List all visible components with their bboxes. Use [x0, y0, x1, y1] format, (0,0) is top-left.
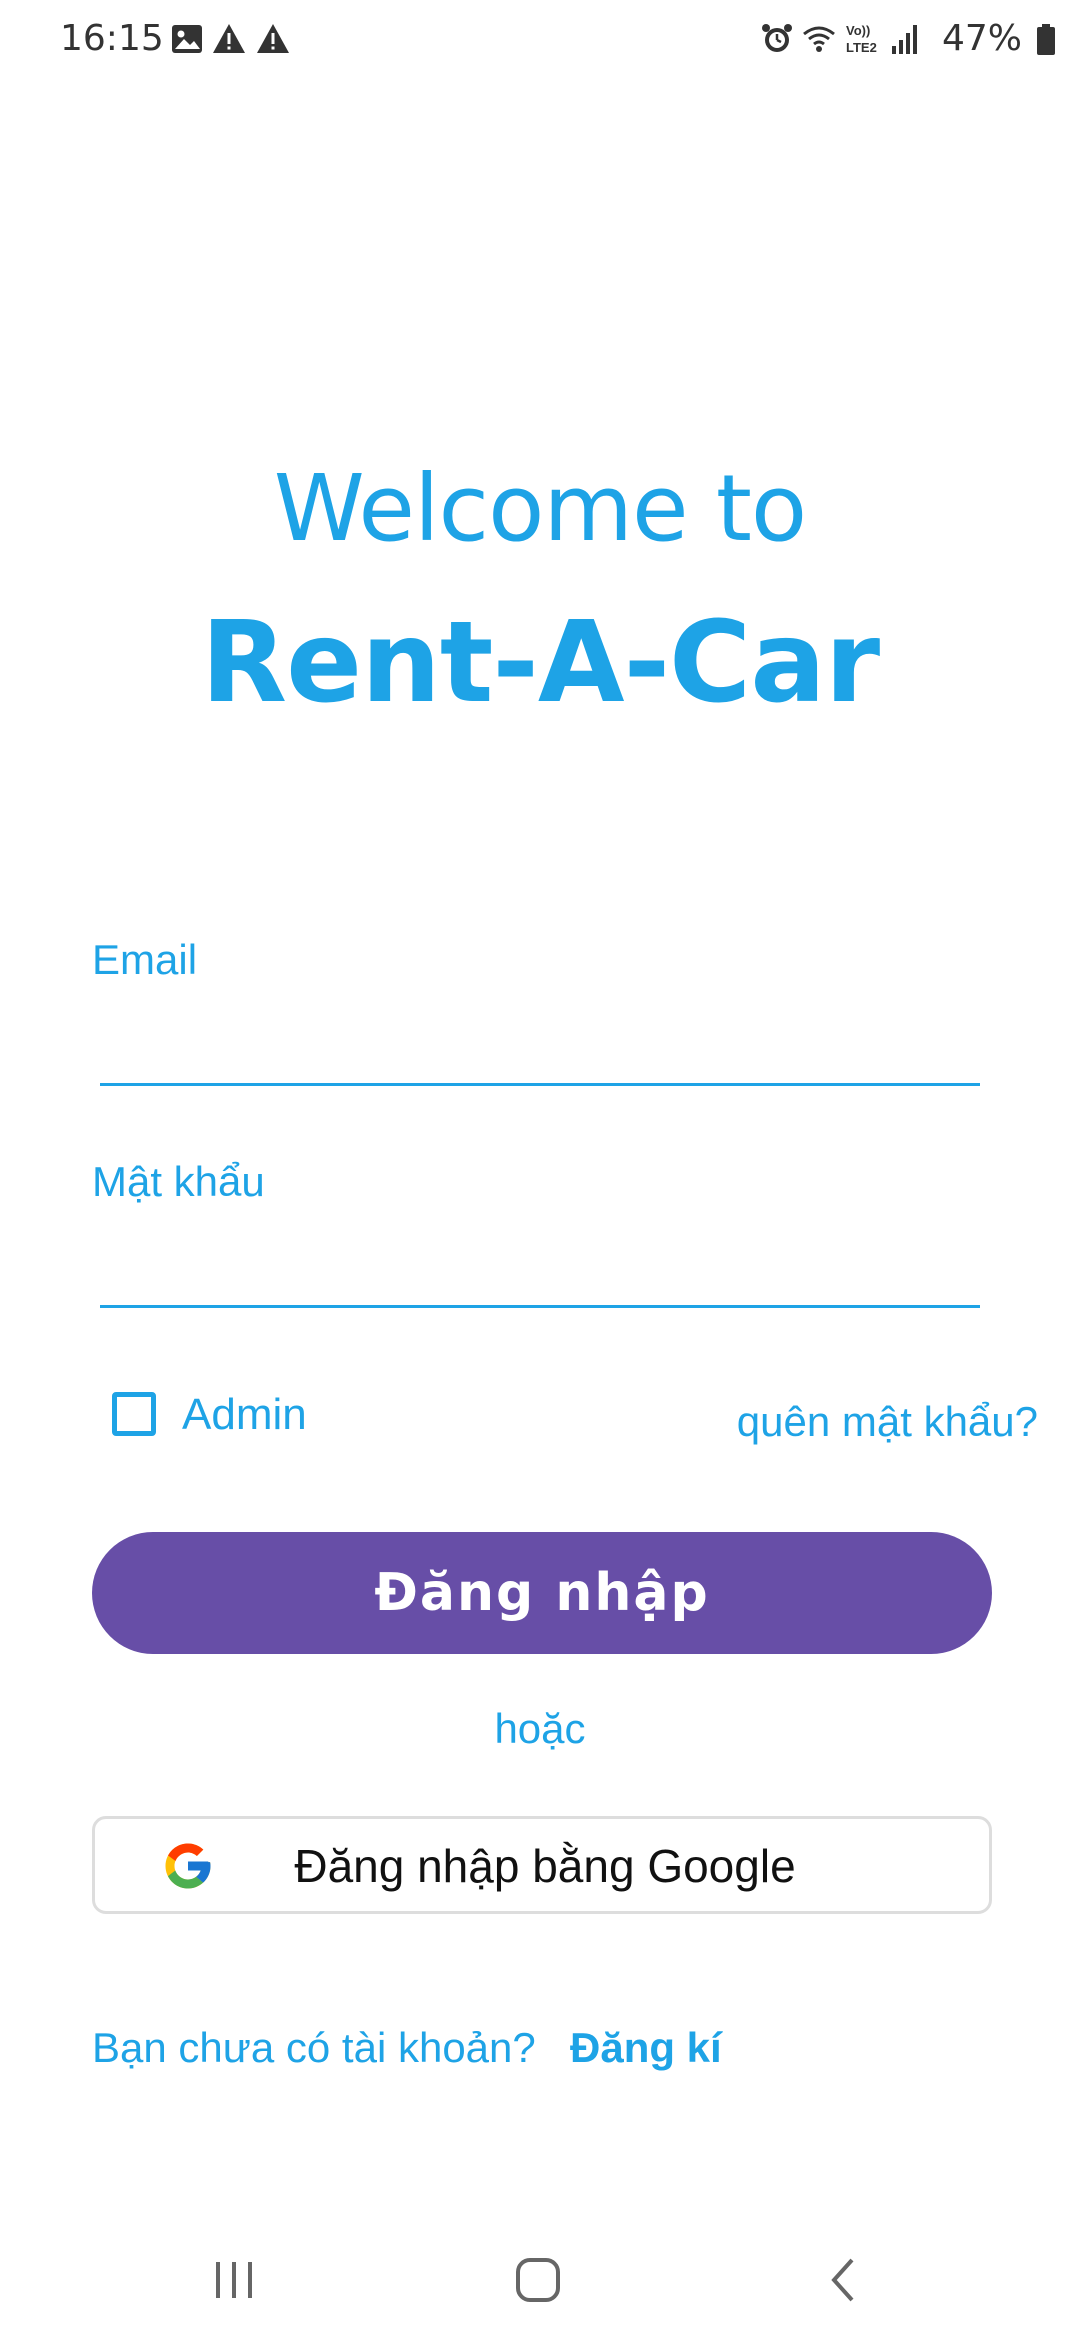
- admin-checkbox[interactable]: [112, 1392, 156, 1436]
- app-title: Rent-A-Car: [200, 598, 880, 728]
- google-signin-button[interactable]: Đăng nhập bằng Google: [92, 1816, 992, 1914]
- password-field[interactable]: [100, 1238, 980, 1308]
- or-divider-text: hoặc: [494, 1705, 586, 1752]
- register-question: Bạn chưa có tài khoản?: [92, 2024, 536, 2071]
- email-label: Email: [92, 936, 198, 983]
- wifi-icon: [803, 26, 835, 52]
- google-icon: [165, 1843, 211, 1889]
- login-button[interactable]: Đăng nhập: [92, 1532, 992, 1654]
- recent-apps-icon[interactable]: [204, 2250, 264, 2310]
- warning-icon: [257, 24, 289, 53]
- system-nav-bar: [0, 2220, 1080, 2340]
- admin-checkbox-label[interactable]: Admin: [182, 1390, 307, 1440]
- password-label: Mật khẩu: [92, 1158, 265, 1205]
- status-time: 16:15: [60, 18, 164, 59]
- register-link[interactable]: Đăng kí: [570, 2024, 722, 2072]
- image-icon: [172, 25, 202, 53]
- status-bar: 16:15 Vo)) LTE2 47%: [0, 0, 1080, 80]
- battery-icon: [1037, 24, 1055, 55]
- signal-icon: [892, 25, 917, 54]
- battery-percent: 47%: [941, 18, 1022, 59]
- welcome-heading: Welcome to: [273, 455, 807, 562]
- alarm-icon: [762, 24, 792, 52]
- network-label: Vo)) LTE2: [846, 23, 877, 55]
- warning-icon: [213, 24, 245, 53]
- google-signin-label: Đăng nhập bằng Google: [294, 1840, 796, 1892]
- back-icon[interactable]: [814, 2250, 874, 2310]
- forgot-password-link[interactable]: quên mật khẩu?: [737, 1398, 1038, 1446]
- home-icon[interactable]: [508, 2250, 568, 2310]
- email-field[interactable]: [100, 1016, 980, 1086]
- volte-icon: Vo)) LTE2: [846, 22, 884, 58]
